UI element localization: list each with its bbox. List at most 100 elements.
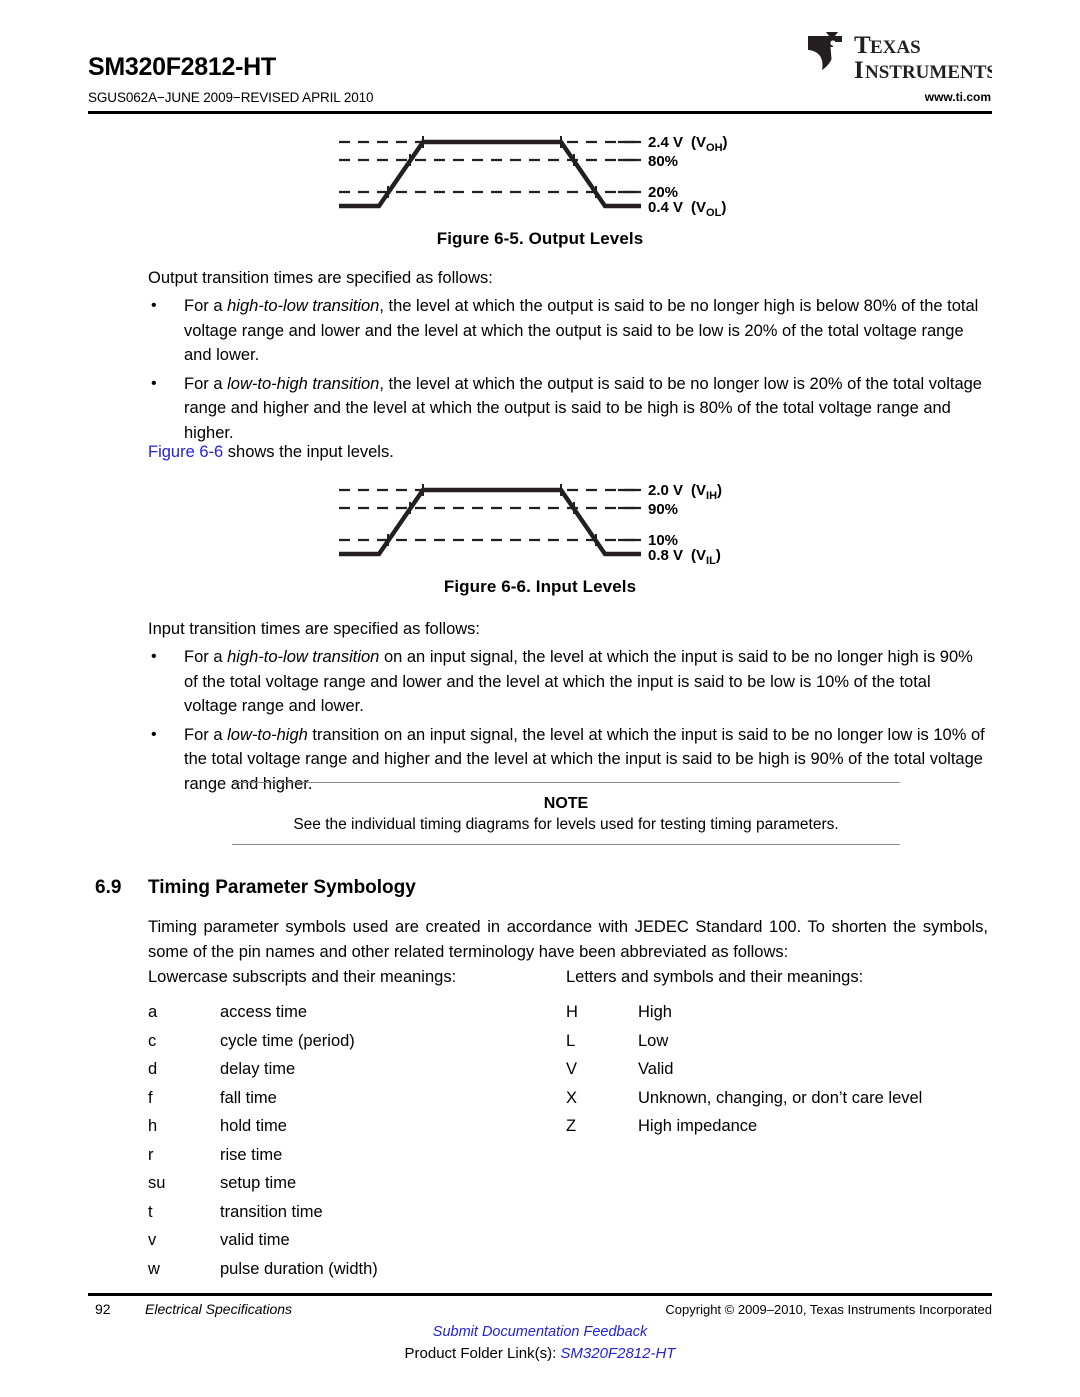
symbol-key: Z	[566, 1117, 577, 1135]
label-low-value: 0.8 V	[648, 547, 683, 564]
submit-feedback-link[interactable]: Submit Documentation Feedback	[433, 1324, 647, 1340]
product-folder-label: Product Folder Link(s):	[404, 1345, 557, 1362]
symbology-right-column: Letters and symbols and their meanings: …	[566, 965, 1026, 1141]
input-bullet-list: • For a high-to-low transition on an inp…	[148, 645, 988, 800]
header-divider	[88, 111, 992, 114]
table-row: v valid time	[148, 1226, 558, 1255]
label-high-value: 2.0 V	[648, 482, 683, 499]
symbol-meaning: delay time	[220, 1060, 296, 1078]
label-high-close: )	[723, 134, 728, 151]
section-title: Timing Parameter Symbology	[148, 877, 416, 898]
label-low-value: 0.4 V	[648, 199, 683, 216]
label-upper-percent: 90%	[648, 501, 678, 518]
emphasis-text: low-to-high	[227, 725, 308, 744]
input-lead-text: Input transition times are specified as …	[148, 620, 480, 638]
label-low-symbol: (V	[691, 199, 706, 216]
note-title: NOTE	[543, 795, 589, 812]
symbol-key: f	[148, 1088, 153, 1107]
figure-caption-input: Figure 6-6. Input Levels	[443, 577, 637, 596]
table-row: h hold time	[148, 1112, 558, 1141]
symbol-key: L	[566, 1031, 576, 1050]
symbology-right-heading: Letters and symbols and their meanings:	[566, 968, 864, 986]
label-high-sub: OH	[706, 142, 723, 154]
label-upper-percent: 80%	[648, 153, 678, 170]
footer-links: Submit Documentation Feedback Product Fo…	[0, 1323, 1080, 1362]
symbol-meaning: hold time	[220, 1117, 287, 1135]
symbol-meaning: Valid	[638, 1060, 674, 1078]
table-row: X Unknown, changing, or don’t care level	[566, 1084, 1026, 1113]
document-title: SM320F2812-HT	[88, 53, 276, 81]
label-low-sub: OL	[706, 207, 722, 219]
table-row: H High	[566, 998, 1026, 1027]
symbol-meaning: High impedance	[638, 1117, 758, 1135]
symbol-key: a	[148, 1003, 158, 1021]
section-heading: 6.9 Timing Parameter Symbology	[95, 877, 985, 899]
table-row: r rise time	[148, 1141, 558, 1170]
label-high-symbol: (V	[691, 134, 706, 151]
symbol-key: su	[148, 1174, 166, 1192]
symbol-meaning: Low	[638, 1031, 669, 1050]
table-row: c cycle time (period)	[148, 1027, 558, 1056]
symbol-meaning: access time	[220, 1003, 308, 1021]
table-row: d delay time	[148, 1055, 558, 1084]
input-levels-waveform: 2.0 V (VIH) 90% 10% 0.8 V (VIL)	[330, 474, 750, 570]
table-row: a access time	[148, 998, 558, 1027]
symbology-left-heading: Lowercase subscripts and their meanings:	[148, 968, 457, 986]
label-low-close: )	[716, 547, 721, 564]
bullet-text: For a high-to-low transition on an input…	[184, 648, 973, 715]
emphasis-text: high-to-low transition	[227, 297, 380, 315]
symbol-key: V	[566, 1060, 578, 1078]
bullet-icon: •	[151, 725, 157, 743]
ti-url[interactable]: www.ti.com	[925, 90, 991, 104]
symbol-key: w	[148, 1259, 160, 1278]
page-number: 92	[95, 1301, 111, 1317]
symbol-key: r	[148, 1145, 154, 1164]
copyright-notice: Copyright © 2009–2010, Texas Instruments…	[665, 1302, 992, 1317]
table-row: t transition time	[148, 1198, 558, 1227]
bullet-icon: •	[151, 374, 157, 392]
symbol-key: X	[566, 1088, 578, 1107]
product-folder-link[interactable]: SM320F2812-HT	[560, 1345, 675, 1362]
svg-text:0.8 V(VIL): 0.8 V (VIL)	[648, 547, 721, 567]
output-bullet-list: • For a high-to-low transition, the leve…	[148, 294, 988, 449]
note-box: NOTE See the individual timing diagrams …	[232, 782, 900, 845]
footer-section-name: Electrical Specifications	[145, 1301, 293, 1317]
list-item: • For a high-to-low transition, the leve…	[148, 294, 988, 368]
table-row: L Low	[566, 1027, 1026, 1056]
svg-text:EXAS: EXAS	[870, 37, 921, 58]
label-high-value: 2.4 V	[648, 134, 683, 151]
label-high-symbol: (V	[691, 482, 706, 499]
note-body: See the individual timing diagrams for l…	[293, 816, 839, 833]
svg-text:NSTRUMENTS: NSTRUMENTS	[865, 62, 992, 83]
figure-input-levels: 2.0 V (VIH) 90% 10% 0.8 V (VIL) Figure 6-6…	[0, 474, 1080, 597]
table-row: V Valid	[566, 1055, 1026, 1084]
figure-6-6-link[interactable]: Figure 6-6	[148, 443, 223, 461]
symbol-meaning: cycle time (period)	[220, 1031, 355, 1050]
svg-text:I: I	[854, 57, 864, 84]
output-levels-waveform: 2.4 V (VOH) 80% 20% 0.4 V (VOL)	[330, 126, 750, 222]
bullet-icon: •	[151, 297, 157, 314]
symbol-key: c	[148, 1031, 157, 1050]
symbol-key: d	[148, 1060, 158, 1078]
svg-text:T: T	[854, 32, 871, 59]
symbol-meaning: fall time	[220, 1088, 277, 1107]
symbol-key: H	[566, 1003, 578, 1021]
symbol-meaning: rise time	[220, 1145, 283, 1164]
symbol-meaning: valid time	[220, 1231, 290, 1249]
product-folder-line: Product Folder Link(s): SM320F2812-HT	[0, 1345, 1080, 1362]
svg-text:0.4 V(VOL): 0.4 V (VOL)	[648, 199, 726, 219]
symbol-meaning: Unknown, changing, or don’t care level	[638, 1088, 923, 1107]
document-id: SGUS062A−JUNE 2009−REVISED APRIL 2010	[88, 90, 374, 105]
table-row: w pulse duration (width)	[148, 1255, 558, 1284]
emphasis-text: high-to-low transition	[227, 648, 380, 666]
table-row: Z High impedance	[566, 1112, 1026, 1141]
label-high-sub: IH	[706, 490, 717, 502]
symbol-meaning: High	[638, 1003, 672, 1021]
list-item: • For a low-to-high transition, the leve…	[148, 372, 988, 446]
bullet-icon: •	[151, 648, 157, 665]
symbol-meaning: transition time	[220, 1202, 323, 1221]
symbol-key: t	[148, 1202, 153, 1221]
note-top-divider	[232, 782, 900, 783]
svg-text:2.0 V(VIH): 2.0 V (VIH)	[648, 482, 722, 502]
table-row: su setup time	[148, 1169, 558, 1198]
